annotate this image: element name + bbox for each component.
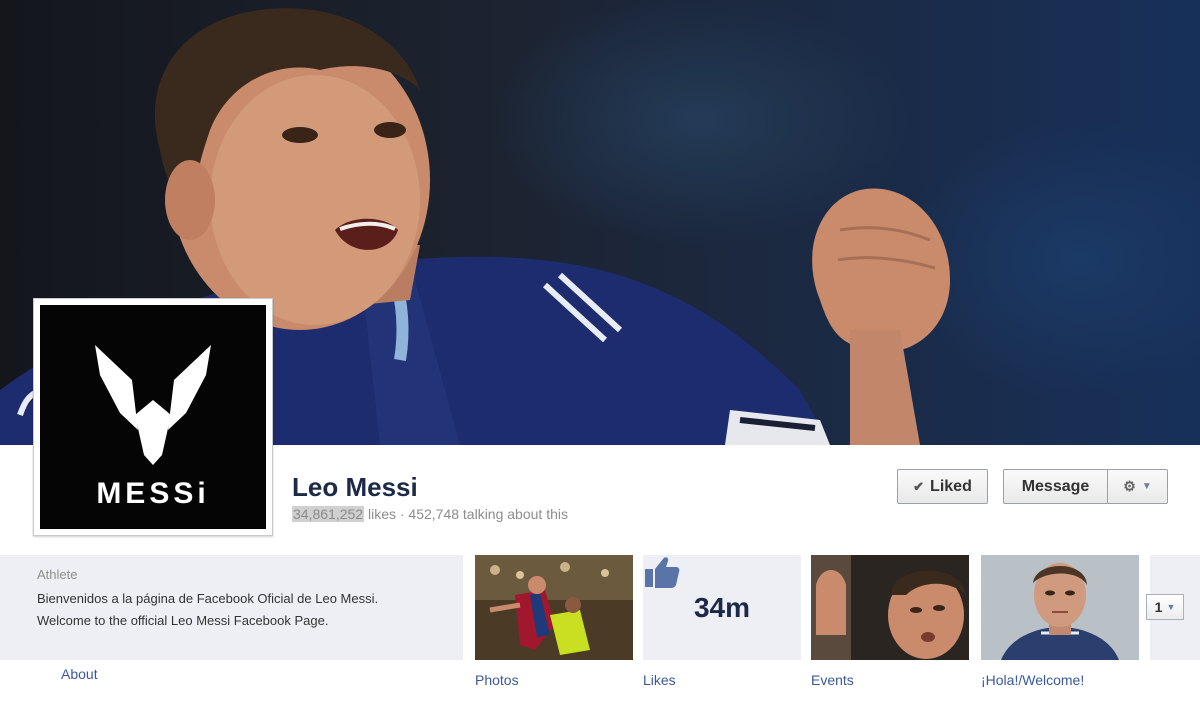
welcome-tile[interactable] xyxy=(981,555,1139,660)
about-box: Athlete Bienvenidos a la página de Faceb… xyxy=(0,555,463,660)
photos-label[interactable]: Photos xyxy=(475,672,519,688)
page-title[interactable]: Leo Messi xyxy=(292,472,418,503)
message-button[interactable]: Message xyxy=(1003,469,1108,504)
events-tile[interactable] xyxy=(811,555,969,660)
more-tiles-count: 1 xyxy=(1154,599,1163,615)
profile-picture[interactable]: MESSi xyxy=(33,298,273,536)
welcome-tile-image xyxy=(981,555,1139,660)
likes-count: 34,861,252 xyxy=(292,506,365,522)
likes-tile-count: 34m xyxy=(693,591,751,623)
events-label[interactable]: Events xyxy=(811,672,854,688)
check-icon: ✔ xyxy=(913,478,925,494)
messi-logo-icon: MESSi xyxy=(95,345,211,510)
page-description-line2: Welcome to the official Leo Messi Facebo… xyxy=(37,613,329,628)
welcome-label[interactable]: ¡Hola!/Welcome! xyxy=(981,672,1084,688)
message-label: Message xyxy=(1021,477,1090,495)
likes-tile[interactable]: 34m xyxy=(643,555,801,660)
likes-label[interactable]: Likes xyxy=(643,672,676,688)
liked-label: Liked xyxy=(930,477,972,495)
chevron-down-icon: ▼ xyxy=(1141,481,1152,492)
events-tile-image xyxy=(811,555,969,660)
page-description-line1: Bienvenidos a la página de Facebook Ofic… xyxy=(37,591,379,606)
photos-tile[interactable] xyxy=(475,555,633,660)
page-stats: 34,861,252 likes · 452,748 talking about… xyxy=(292,506,568,522)
logo-text: MESSi xyxy=(96,477,209,510)
profile-logo: MESSi xyxy=(40,305,266,529)
more-tiles-dropdown[interactable]: 1 ▼ xyxy=(1146,594,1184,620)
chevron-down-icon: ▼ xyxy=(1166,602,1176,612)
liked-button[interactable]: ✔ Liked xyxy=(897,469,988,504)
likes-suffix: likes · 452,748 talking about this xyxy=(367,506,568,522)
thumbs-up-icon xyxy=(645,557,680,588)
photos-tile-image xyxy=(475,555,633,660)
gear-icon: ⚙ xyxy=(1123,478,1136,494)
about-link[interactable]: About xyxy=(61,666,98,682)
page-options-button[interactable]: ⚙ ▼ xyxy=(1107,469,1168,504)
page-category: Athlete xyxy=(37,567,78,582)
